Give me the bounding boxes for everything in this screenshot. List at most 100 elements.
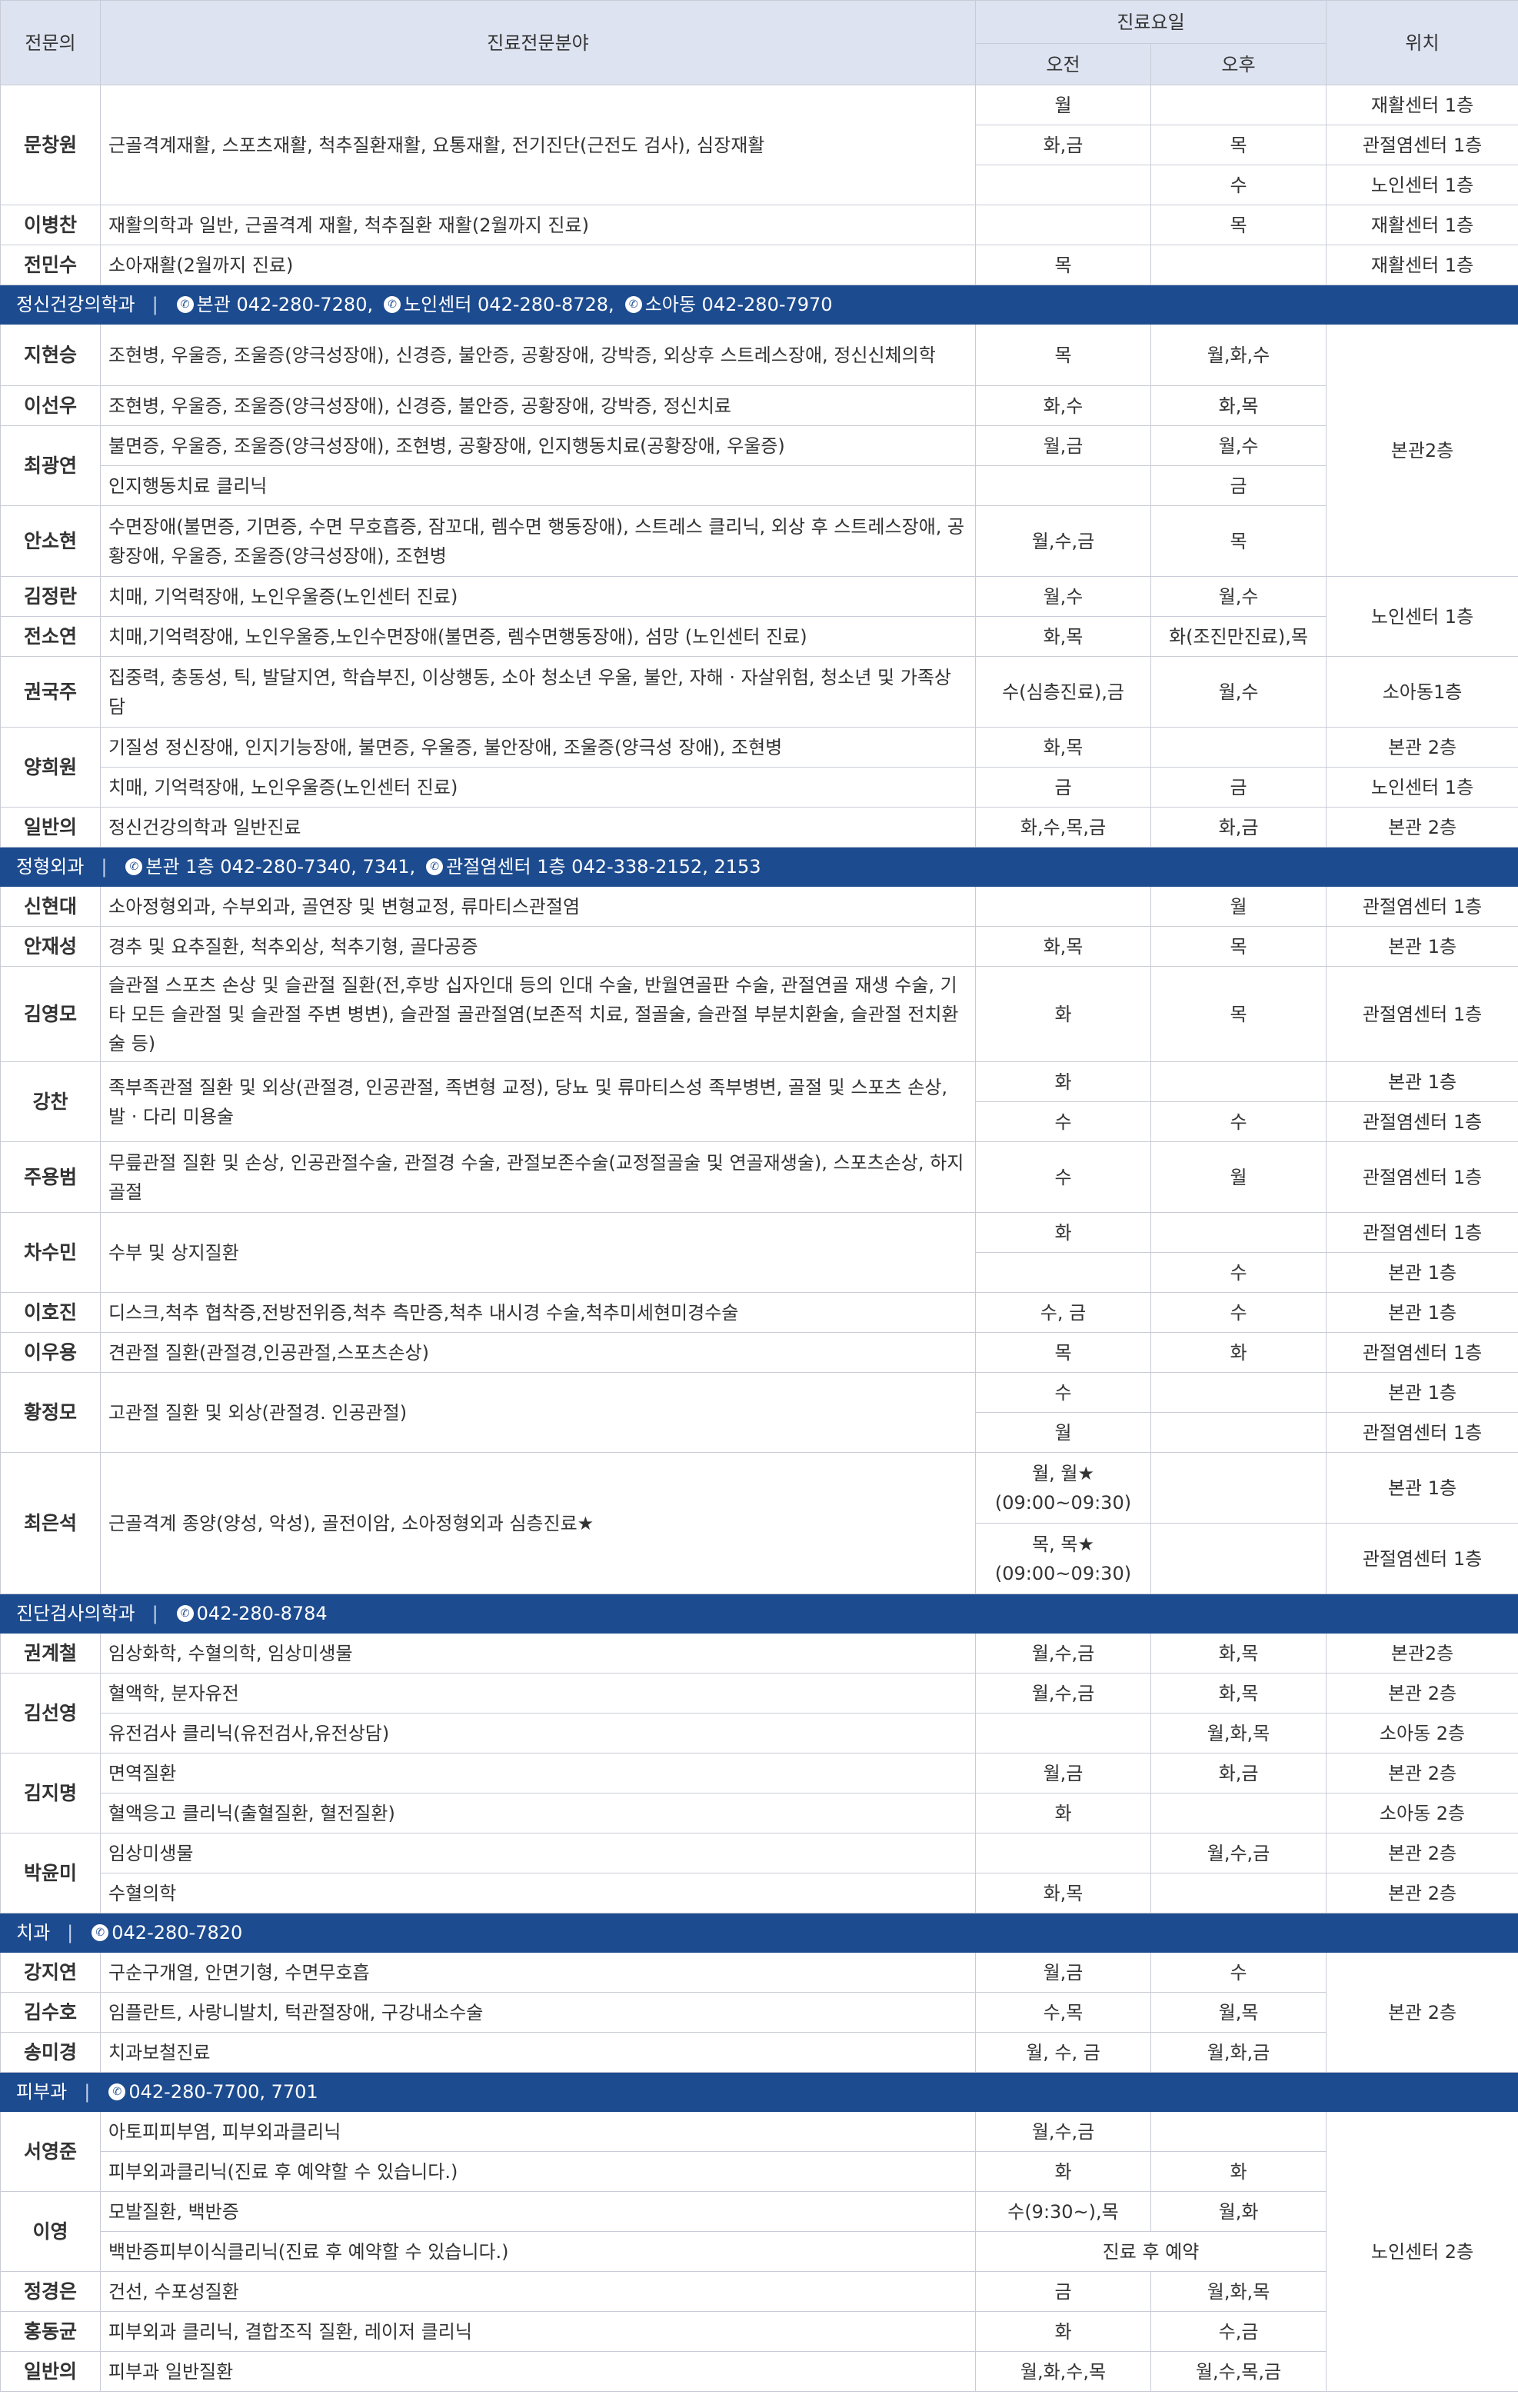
- location: 재활센터 1층: [1326, 85, 1518, 125]
- doctor-name: 전소연: [0, 616, 101, 657]
- schedule-am-days: 화: [1054, 1003, 1072, 1025]
- schedule-am: [975, 1833, 1151, 1873]
- table-row: 권국주 집중력, 충동성, 틱, 발달지연, 학습부진, 이상행동, 소아 청소년…: [0, 656, 1518, 728]
- schedule-pm: [1150, 1212, 1327, 1253]
- schedule-am: [975, 205, 1151, 245]
- doctor-name: 이선우: [0, 385, 101, 426]
- table-row: 피부외과클리닉(진료 후 예약할 수 있습니다.) 화 화: [1, 2151, 1518, 2192]
- specialty: 면역질환: [100, 1753, 976, 1794]
- table-row: 유전검사 클리닉(유전검사,유전상담) 월,화,목 소아동 2층: [1, 1713, 1518, 1754]
- phone-icon: ✆: [92, 1924, 109, 1941]
- table-row: 김지명 면역질환 월,금 화,금 본관 2층: [0, 1753, 1518, 1833]
- schedule-pm: 월,화: [1150, 2191, 1327, 2232]
- schedule-am: 수(심층진료),금: [975, 656, 1151, 728]
- table-row: 서영준 아토피피부염, 피부외과클리닉 월,수,금 노인센터 2층: [0, 2111, 1518, 2392]
- schedule-am-days: 수: [1054, 1111, 1072, 1133]
- schedule-am-days: 화: [1054, 1071, 1072, 1093]
- schedule-pm: 수: [1150, 1252, 1327, 1293]
- specialty: 정신건강의학과 일반진료: [100, 807, 976, 848]
- schedule-am-days: 수: [1054, 1381, 1072, 1404]
- phone-icon: ✆: [624, 296, 642, 313]
- schedule-table: 전문의 진료전문분야 진료요일 위치 오전 오후 문창원 근골격계재활, 스포츠재…: [0, 0, 1518, 2392]
- location: 관절염센터 1층: [1326, 1212, 1518, 1253]
- section-title: 진단검사의학과: [16, 1603, 135, 1624]
- specialty: 디스크,척추 협착증,전방전위증,척추 측만증,척추 내시경 수술,척추미세현미…: [100, 1292, 976, 1333]
- specialty: 치매,기억력장애, 노인우울증,노인수면장애(불면증, 렘수면행동장애), 섬망…: [100, 616, 976, 657]
- schedule-am-days: 월,수,금: [1031, 1642, 1095, 1664]
- table-row: 안소현 수면장애(불면증, 기면증, 수면 무호흡증, 잠꼬대, 렘수면 행동장애…: [0, 505, 1518, 577]
- location: 본관 2층: [1326, 1673, 1518, 1714]
- doctor-name: 이영: [0, 2191, 101, 2272]
- location: 본관 1층: [1326, 1372, 1518, 1413]
- location: 재활센터 1층: [1326, 205, 1518, 245]
- location: 노인센터 1층: [1326, 165, 1518, 205]
- schedule-am: 월,수,금: [975, 1673, 1151, 1714]
- header-days: 진료요일: [974, 0, 1327, 44]
- schedule-am: 수: [975, 1372, 1151, 1413]
- specialty: 집중력, 충동성, 틱, 발달지연, 학습부진, 이상행동, 소아 청소년 우울…: [100, 656, 976, 728]
- schedule-am: 월,금: [975, 1952, 1151, 1993]
- doctor-name: 김정란: [0, 576, 101, 617]
- schedule-pm: 월,수: [1150, 425, 1327, 466]
- schedule-am-days: 월,수,금: [1031, 530, 1095, 552]
- doctor-name: 안소현: [0, 505, 101, 577]
- location: 관절염센터 1층: [1326, 125, 1518, 165]
- doctor-name: 박윤미: [0, 1833, 101, 1913]
- schedule-am: 수, 금: [975, 1292, 1151, 1333]
- schedule-am-days: 수(9:30~),목: [1007, 2200, 1119, 2223]
- schedule-pm: [1150, 1372, 1327, 1413]
- doctor-name: 홍동균: [0, 2311, 101, 2352]
- specialty: 기질성 정신장애, 인지기능장애, 불면증, 우울증, 불안장애, 조울증(양극…: [100, 727, 976, 768]
- table-row: 이영 모발질환, 백반증 수(9:30~),목 월,화: [0, 2191, 1518, 2272]
- doctor-name: 강찬: [0, 1061, 101, 1142]
- specialty: 수혈의학: [100, 1873, 976, 1913]
- schedule-am-days: 화,수,목,금: [1020, 816, 1107, 838]
- section-header: 피부과 | ✆ 042-280-7700, 7701: [0, 2072, 1518, 2112]
- schedule-am: 화: [975, 2151, 1151, 2192]
- table-row: 정경은 건선, 수포성질환 금 월,화,목: [0, 2271, 1518, 2312]
- specialty: 혈액학, 분자유전: [100, 1673, 976, 1714]
- schedule-am-days: 월,금: [1043, 435, 1084, 457]
- table-row: 강찬 족부족관절 질환 및 외상(관절경, 인공관절, 족변형 교정), 당뇨 및…: [0, 1061, 1518, 1142]
- schedule-am: 월, 월★ (09:00~09:30): [975, 1452, 1151, 1524]
- schedule-pm: [1150, 245, 1327, 285]
- specialty: 고관절 질환 및 외상(관절경. 인공관절): [100, 1372, 976, 1453]
- table-row: 권계철 임상화학, 수혈의학, 임상미생물 월,수,금 화,목 본관2층: [0, 1633, 1518, 1674]
- schedule-pm: [1150, 727, 1327, 768]
- schedule-am: 수,목: [975, 1992, 1151, 2033]
- schedule-am-days: 월,수,금: [1031, 2120, 1095, 2143]
- specialty: 유전검사 클리닉(유전검사,유전상담): [100, 1713, 976, 1754]
- phone-number: 본관 1층 042-280-7340, 7341,: [145, 856, 416, 878]
- location: 본관 2층: [1326, 1873, 1518, 1913]
- table-row: 안재성 경추 및 요추질환, 척추외상, 척추기형, 골다공증 화,목 목 본관 1층: [0, 926, 1518, 967]
- schedule-pm: 월,목: [1150, 1992, 1327, 2033]
- schedule-am-time: (09:00~09:30): [994, 1491, 1132, 1514]
- phone-number: 소아동 042-280-7970: [644, 294, 833, 315]
- phone-icon: ✆: [176, 296, 194, 313]
- phone-number: 본관 042-280-7280,: [196, 294, 374, 315]
- schedule-pm: 화,금: [1150, 1753, 1327, 1794]
- specialty: 인지행동치료 클리닉: [100, 465, 976, 506]
- schedule-am: [975, 165, 1151, 205]
- table-row: 김영모 슬관절 스포츠 손상 및 슬관절 질환(전,후방 십자인대 등의 인대 수…: [0, 966, 1518, 1062]
- doctor-name: 김영모: [0, 966, 101, 1062]
- table-row: 이호진 디스크,척추 협착증,전방전위증,척추 측만증,척추 내시경 수술,척추미…: [0, 1292, 1518, 1333]
- specialty: 구순구개열, 안면기형, 수면무호흡: [100, 1952, 976, 1993]
- doctor-name: 일반의: [0, 2351, 101, 2392]
- doctor-name: 양희원: [0, 727, 101, 808]
- phone-number: 노인센터 042-280-8728,: [404, 294, 614, 315]
- schedule-pm: 화,목: [1150, 385, 1327, 426]
- specialty: 아토피피부염, 피부외과클리닉: [100, 2111, 976, 2152]
- location: 재활센터 1층: [1326, 245, 1518, 285]
- location: 본관 2층: [1326, 727, 1518, 768]
- schedule-pm: 화,목: [1150, 1633, 1327, 1674]
- schedule-am: 화,목: [975, 1873, 1151, 1913]
- section-cell: 정형외과 | ✆ 본관 1층 042-280-7340, 7341, ✆ 관절염센터 1층…: [0, 847, 1518, 887]
- table-row: 신현대 소아정형외과, 수부외과, 골연장 및 변형교정, 류마티스관절염 월 관절염…: [0, 886, 1518, 927]
- location: 본관2층: [1326, 1633, 1518, 1674]
- specialty: 혈액응고 클리닉(출혈질환, 혈전질환): [100, 1793, 976, 1833]
- specialty: 수면장애(불면증, 기면증, 수면 무호흡증, 잠꼬대, 렘수면 행동장애), …: [100, 505, 976, 577]
- location: 관절염센터 1층: [1326, 1101, 1518, 1142]
- separator: |: [101, 856, 108, 878]
- table-row: 일반의 피부과 일반질환 월,화,수,목 월,수,목,금: [0, 2351, 1518, 2392]
